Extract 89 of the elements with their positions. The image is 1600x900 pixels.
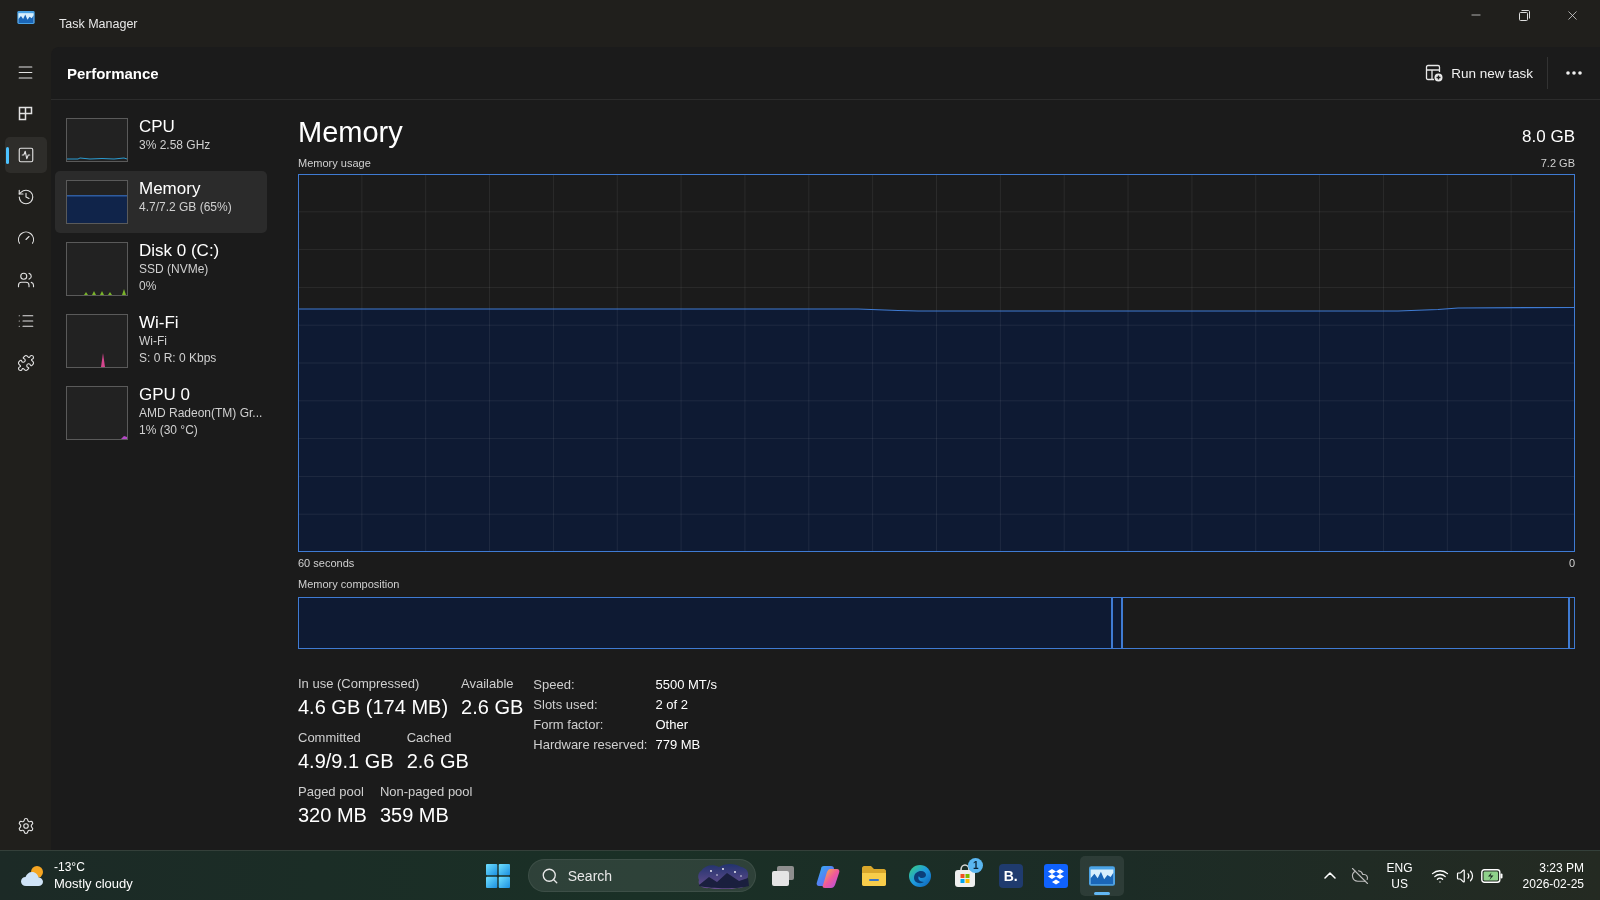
users-icon	[16, 270, 35, 289]
section-title: Memory	[298, 115, 403, 150]
history-icon	[16, 187, 35, 206]
taskbar-app-button[interactable]: 1	[943, 855, 988, 896]
resource-name: CPU	[139, 116, 176, 137]
time-span-label: 60 seconds	[298, 556, 355, 570]
resource-detail: 4.7/7.2 GB (65%)	[139, 199, 232, 216]
puzzle-icon	[16, 353, 35, 372]
taskbar-app-button[interactable]	[1079, 855, 1124, 896]
spec-value: 779 MB	[655, 736, 702, 754]
graph-max-label: 7.2 GB	[1540, 156, 1575, 170]
slanted-tiles-icon	[815, 863, 842, 888]
search-icon	[540, 866, 559, 885]
chevron-up-icon	[1323, 872, 1336, 879]
stat-label: In use (Compressed)	[298, 675, 421, 693]
folder-icon	[861, 864, 888, 887]
nav-button[interactable]	[4, 137, 47, 173]
stat-value: 320 MB	[298, 803, 367, 828]
cloud-off-icon	[1350, 866, 1369, 885]
language-button[interactable]: ENG US	[1378, 855, 1421, 896]
mini-graph	[66, 242, 128, 296]
speaker-icon[interactable]	[1455, 866, 1474, 885]
stat-label: Cached	[406, 729, 453, 747]
resource-name: Disk 0 (C:)	[139, 240, 220, 261]
spec-label: Slots used:	[533, 696, 599, 714]
resource-detail: SSD (NVMe)	[139, 261, 210, 278]
taskbar-app-button[interactable]: B.	[988, 855, 1033, 896]
clock-button[interactable]: 3:23 PM 2026-02-25	[1518, 855, 1588, 896]
stat-value: 4.9/9.1 GB	[298, 749, 394, 774]
spec-label: Speed:	[533, 676, 576, 694]
weather-widget[interactable]: -13°C Mostly cloudy	[20, 854, 133, 897]
stacked-windows-icon	[771, 864, 796, 887]
search-input[interactable]: Search	[567, 864, 688, 887]
stat-value: 2.6 GB	[406, 749, 469, 774]
spec-value: 2 of 2	[655, 696, 689, 714]
total-memory: 8.0 GB	[1522, 127, 1575, 147]
three-squares-icon	[16, 104, 35, 123]
resource-item[interactable]: Disk 0 (C:) SSD (NVMe) 0%	[55, 233, 267, 305]
stat-label: Committed	[298, 729, 362, 747]
resource-item[interactable]: CPU 3% 2.58 GHz	[55, 109, 267, 171]
mini-graph	[66, 180, 128, 224]
mini-graph	[66, 314, 128, 368]
resource-detail: AMD Radeon(TM) Gr...	[139, 405, 263, 422]
night-sky-illustration	[696, 862, 751, 889]
resource-detail: 0%	[139, 277, 158, 294]
stat-value: 359 MB	[379, 803, 450, 828]
letter-tile: B.	[998, 863, 1023, 888]
resource-detail: 1% (30 °C)	[139, 421, 199, 438]
resource-item[interactable]: GPU 0 AMD Radeon(TM) Gr... 1% (30 °C)	[55, 377, 267, 449]
four-squares-icon	[486, 863, 511, 888]
stat-label: Available	[461, 675, 515, 693]
spec-value: 5500 MT/s	[655, 676, 717, 694]
stat-label: Non-paged pool	[379, 783, 473, 801]
window-title: Task Manager	[59, 16, 138, 31]
graph-tile-icon	[16, 11, 35, 24]
resource-detail: S: 0 R: 0 Kbps	[139, 349, 217, 366]
graph-label: Memory usage	[298, 156, 371, 170]
more-icon	[1566, 71, 1582, 75]
battery-charging-icon[interactable]	[1480, 868, 1503, 883]
gauge-icon	[16, 229, 35, 247]
pulse-square-icon	[16, 146, 35, 164]
two-squares-icon	[1518, 9, 1530, 21]
page-title: Performance	[67, 64, 159, 82]
spec-value: Other	[655, 716, 689, 734]
search-bar[interactable]: Search	[527, 859, 756, 892]
window-plus-icon	[1425, 64, 1444, 82]
spec-label: Form factor:	[533, 716, 605, 734]
mini-graph	[66, 118, 128, 162]
spec-label: Hardware reserved:	[533, 736, 648, 754]
stat-value: 2.6 GB	[461, 695, 524, 720]
stat-label: Paged pool	[298, 783, 365, 801]
resource-detail: Wi-Fi	[139, 333, 168, 350]
diamonds-tile-icon	[1044, 863, 1069, 888]
resource-name: GPU 0	[139, 384, 192, 405]
resource-name: Wi-Fi	[139, 312, 180, 333]
graph-tile-icon	[1088, 865, 1115, 886]
time-end-label: 0	[1568, 556, 1575, 570]
settings-icon	[16, 817, 35, 835]
resource-detail: 3% 2.58 GHz	[139, 137, 211, 154]
stat-value: 4.6 GB (174 MB)	[298, 695, 449, 720]
resource-item[interactable]: Memory 4.7/7.2 GB (65%)	[55, 171, 267, 233]
notification-badge: 1	[968, 857, 984, 873]
composition-label: Memory composition	[298, 577, 400, 591]
run-new-task-button[interactable]: Run new task	[1415, 56, 1543, 90]
mini-graph	[66, 386, 128, 440]
resource-name: Memory	[139, 178, 202, 199]
list-icon	[16, 312, 35, 330]
resource-item[interactable]: Wi-Fi Wi-Fi S: 0 R: 0 Kbps	[55, 305, 267, 377]
swirl-circle-icon	[907, 863, 932, 888]
